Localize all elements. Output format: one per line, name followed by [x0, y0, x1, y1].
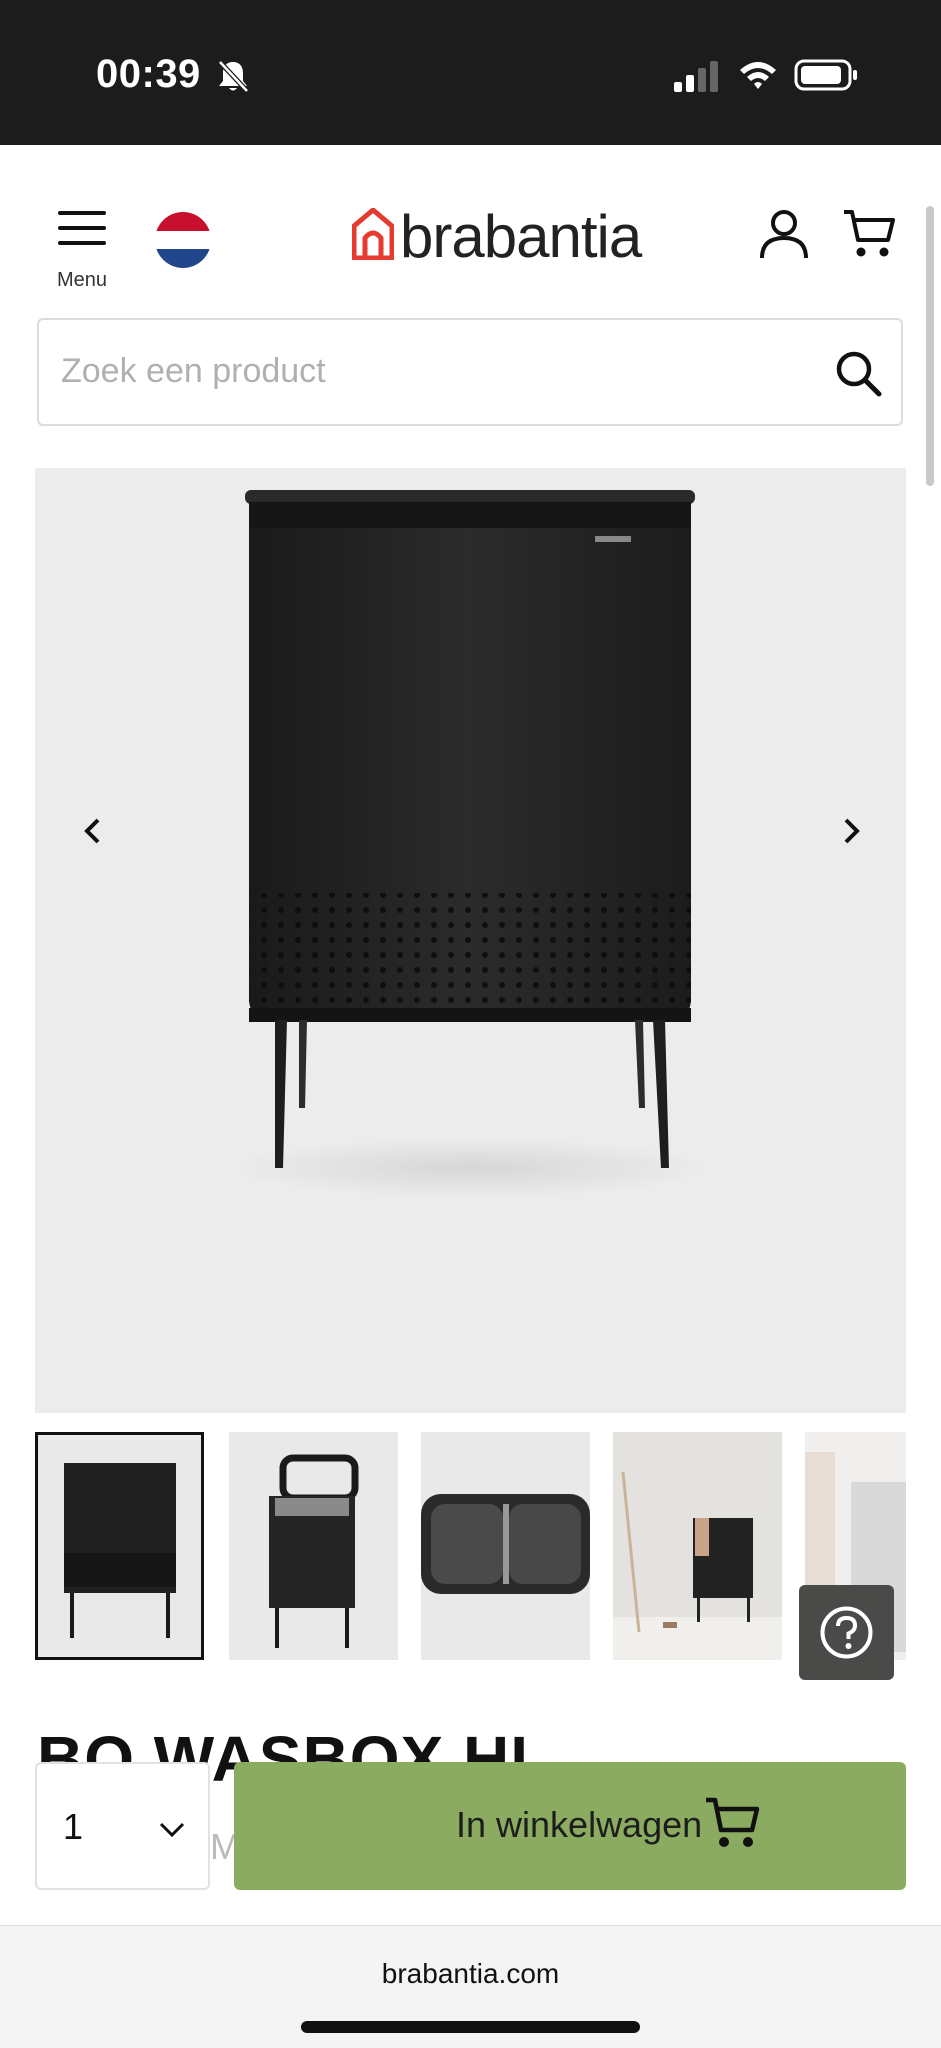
- quantity-value: 1: [63, 1806, 84, 1847]
- thumbnail-4[interactable]: [613, 1432, 782, 1660]
- status-time: 00:39: [96, 52, 201, 96]
- search-icon[interactable]: [833, 348, 883, 398]
- add-to-cart-button[interactable]: In winkelwagen: [234, 1762, 906, 1890]
- battery-icon: [794, 59, 857, 91]
- chevron-down-icon: [159, 1822, 185, 1838]
- signal-icon: [674, 61, 718, 92]
- product-main-image[interactable]: [35, 468, 906, 1413]
- logo-text: brabantia: [400, 203, 642, 270]
- hamburger-icon: [58, 211, 106, 245]
- search-bar[interactable]: [37, 318, 903, 426]
- wifi-icon: [740, 62, 776, 89]
- cart-icon: [706, 1797, 760, 1847]
- thumbnail-1[interactable]: [35, 1432, 204, 1660]
- brand-logo[interactable]: brabantia: [352, 203, 642, 270]
- home-indicator[interactable]: [301, 2021, 640, 2033]
- next-image-arrow-icon[interactable]: [834, 814, 868, 848]
- previous-image-arrow-icon[interactable]: [76, 814, 110, 848]
- status-bar: 00:39: [0, 0, 941, 145]
- browser-address-bar[interactable]: brabantia.com: [0, 1925, 941, 2048]
- laundry-bin-image: [230, 490, 710, 1198]
- menu-label: Menu: [56, 269, 108, 291]
- menu-button[interactable]: Menu: [52, 205, 112, 291]
- house-logo-icon: [352, 208, 394, 260]
- bell-off-icon: [218, 60, 249, 93]
- quantity-select[interactable]: 1: [35, 1762, 210, 1890]
- thumbnail-3[interactable]: [421, 1432, 590, 1660]
- question-icon: [820, 1606, 873, 1659]
- url-text: brabantia.com: [381, 1958, 560, 1989]
- thumbnail-strip: [35, 1432, 906, 1662]
- language-flag-nl[interactable]: [155, 212, 211, 268]
- add-to-cart-label: In winkelwagen: [456, 1804, 703, 1845]
- page-scrollbar[interactable]: [926, 206, 934, 486]
- thumbnail-2[interactable]: [229, 1432, 398, 1660]
- cart-icon[interactable]: [842, 208, 896, 260]
- search-input[interactable]: [61, 352, 801, 391]
- account-icon[interactable]: [758, 208, 810, 260]
- help-button[interactable]: [799, 1585, 894, 1680]
